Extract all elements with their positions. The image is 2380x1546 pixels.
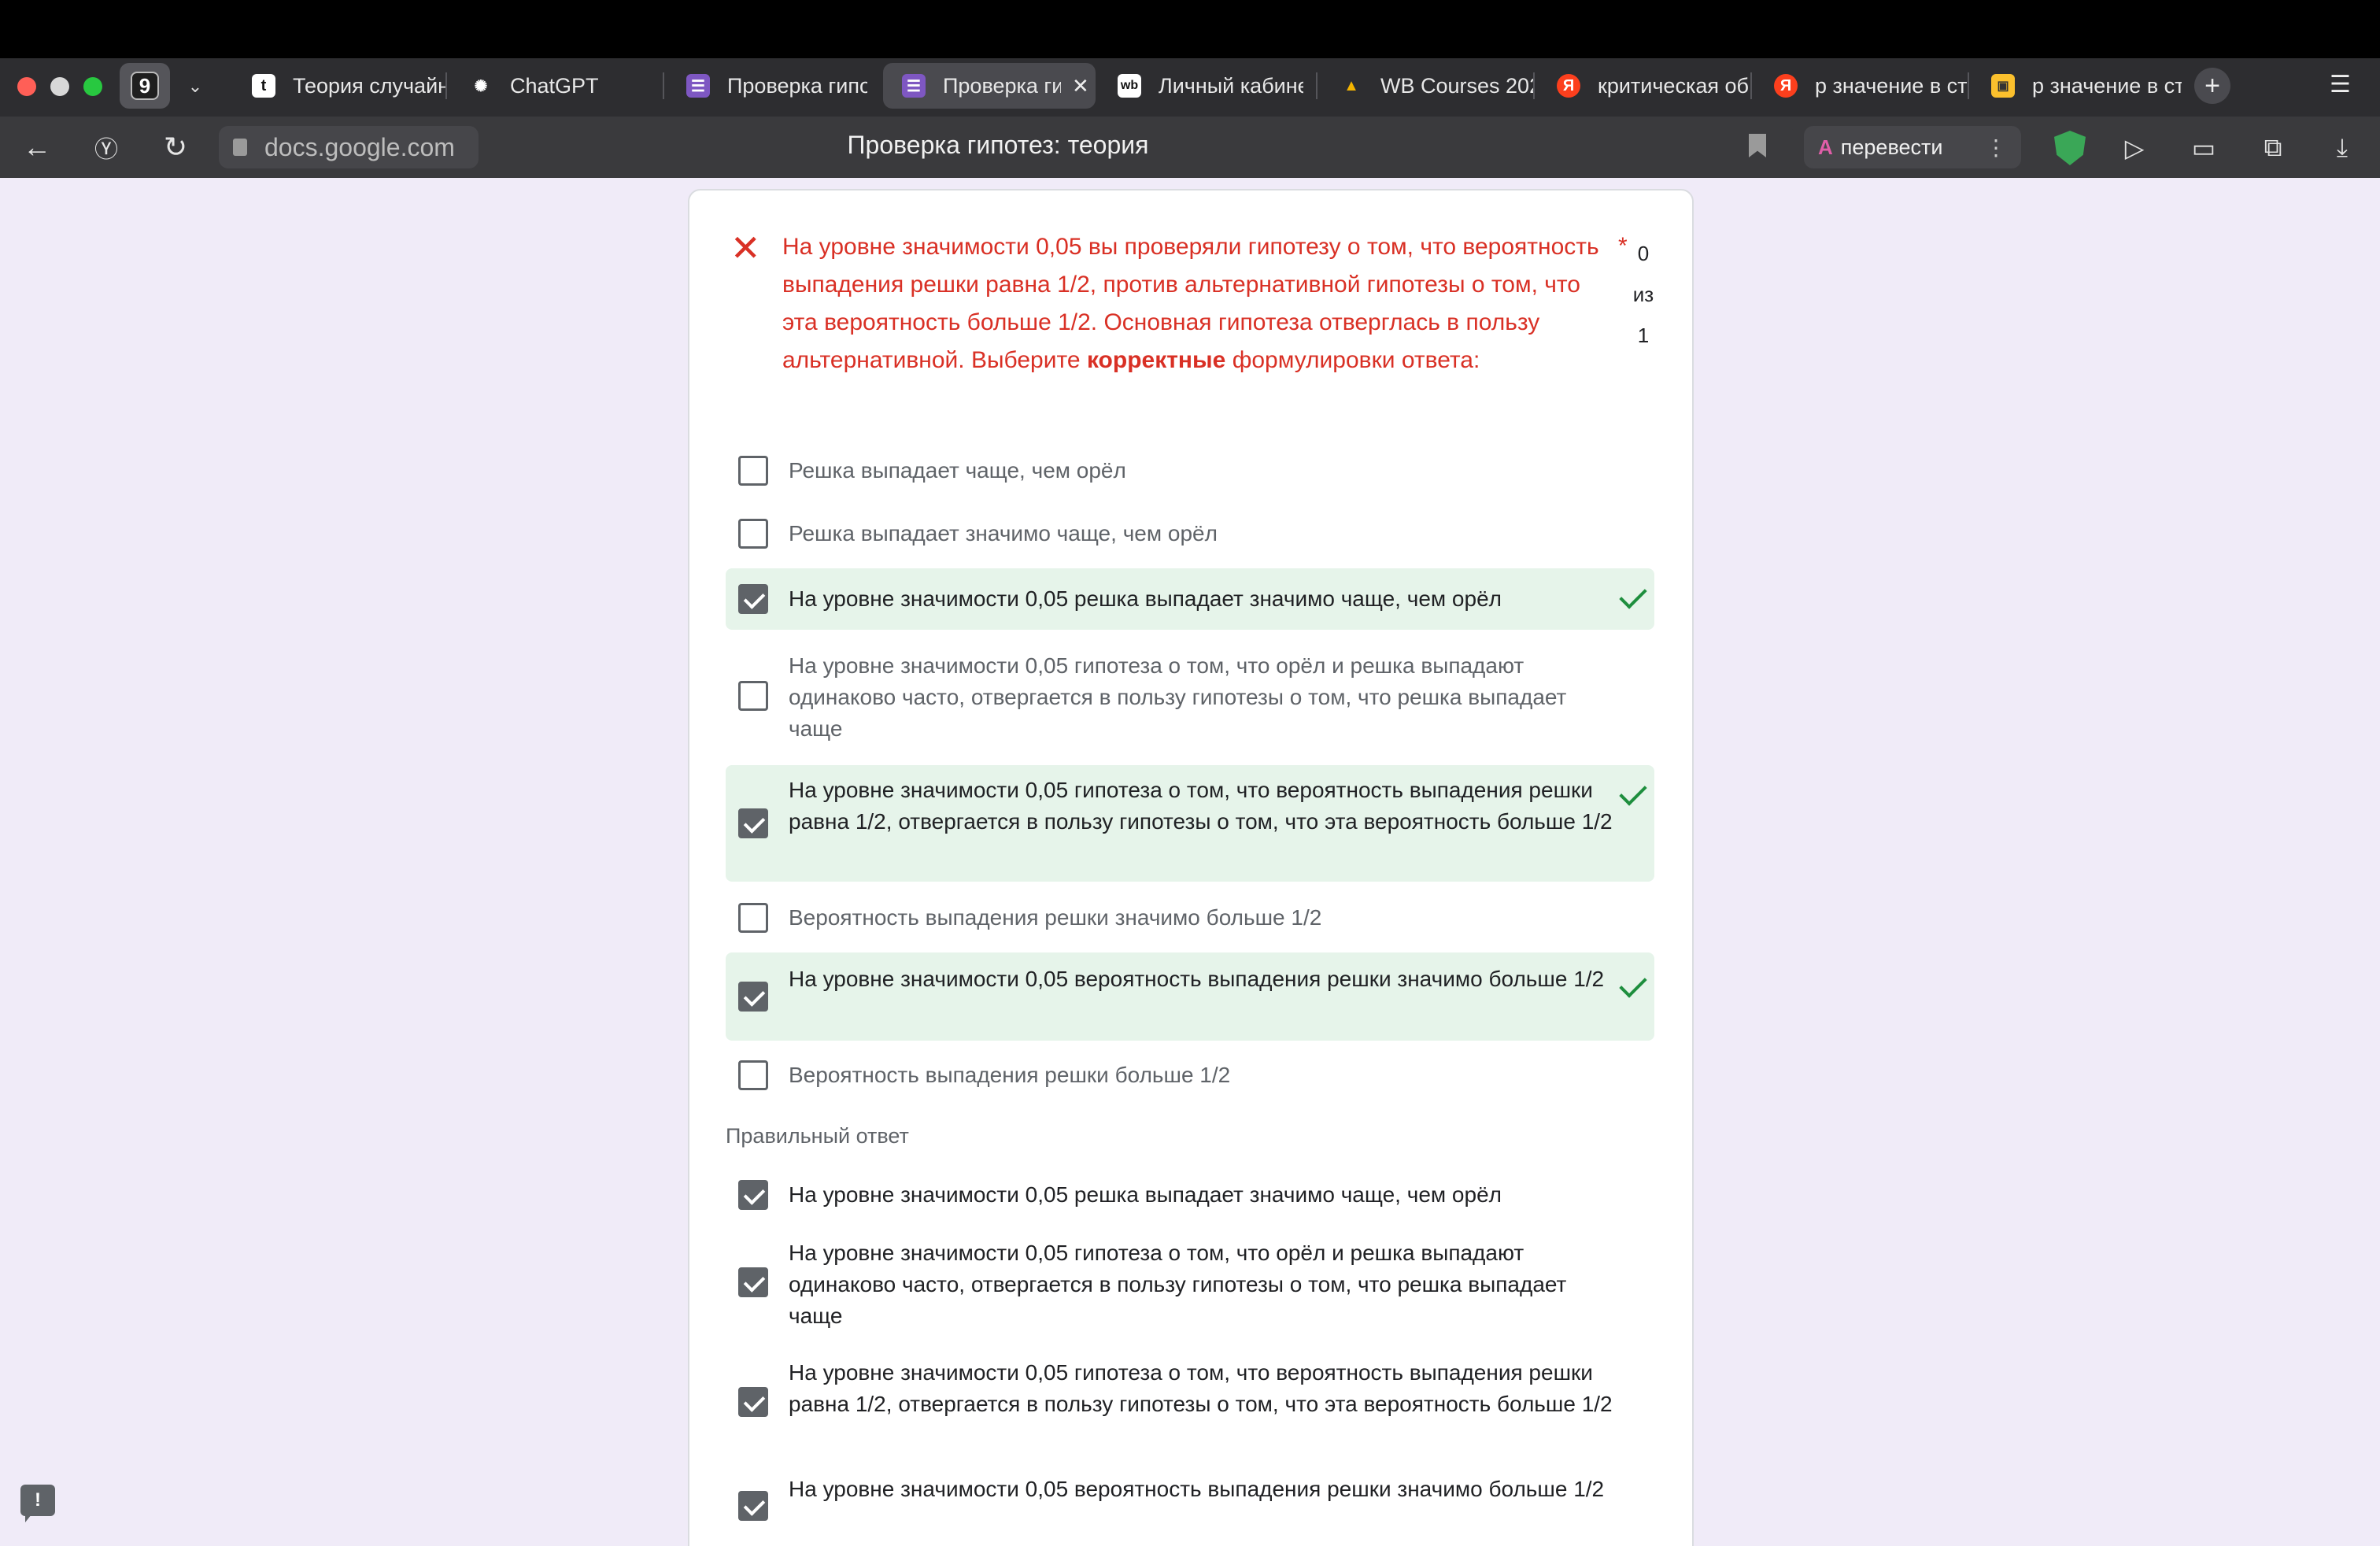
option-3[interactable]: На уровне значимости 0,05 решка выпадает…: [726, 568, 1654, 630]
tab-count: 9: [131, 72, 159, 100]
drive-icon: ▲: [1343, 76, 1359, 94]
tab-label: Проверка ги: [943, 73, 1061, 98]
tab-label: p значение в ст: [1815, 73, 1968, 98]
reload-icon[interactable]: ↻: [156, 128, 195, 167]
tab-2[interactable]: ✺ ChatGPT: [450, 63, 663, 109]
checkbox[interactable]: [738, 519, 768, 549]
checkbox[interactable]: [738, 456, 768, 486]
checkbox-checked: [738, 1180, 768, 1210]
menu-bar-strip: [0, 0, 2380, 58]
address-domain[interactable]: docs.google.com: [219, 126, 479, 168]
incorrect-x-icon: ✕: [730, 227, 761, 268]
tab-5[interactable]: wb Личный кабине: [1099, 63, 1303, 109]
checkbox-checked: [738, 1491, 768, 1521]
zoom-window-button[interactable]: [83, 77, 102, 96]
correct-answer-label: На уровне значимости 0,05 решка выпадает…: [789, 1182, 1502, 1207]
tab-label: ChatGPT: [510, 73, 599, 98]
check-mark-icon: [1619, 970, 1647, 998]
check-mark-icon: [1619, 581, 1647, 609]
question-bold: корректные: [1086, 347, 1226, 373]
question-score: 0 из 1: [1632, 242, 1654, 347]
tab-label: WB Courses 202: [1380, 73, 1533, 98]
correct-answer-item: На уровне значимости 0,05 вероятность вы…: [726, 1474, 1654, 1546]
tab-label: Теория случайн: [293, 73, 445, 98]
translate-label: перевести: [1840, 135, 1943, 159]
tab-1[interactable]: t Теория случайн: [233, 63, 445, 109]
tab-label: Личный кабине: [1159, 73, 1303, 98]
chevron-down-icon[interactable]: ⌄: [179, 69, 211, 104]
checkbox[interactable]: [738, 1060, 768, 1090]
correct-answer-label: На уровне значимости 0,05 вероятность вы…: [789, 1477, 1605, 1501]
forms-icon: ☰: [902, 74, 926, 98]
tab-4-active[interactable]: ☰ Проверка ги ✕: [883, 63, 1096, 109]
checkbox-checked[interactable]: [738, 808, 768, 838]
option-6[interactable]: Вероятность выпадения решки значимо боль…: [726, 896, 1654, 940]
tab-label: критическая об: [1598, 73, 1749, 98]
yandex-home-icon[interactable]: Ⓨ: [87, 128, 126, 167]
correct-answer-item: На уровне значимости 0,05 решка выпадает…: [726, 1173, 1654, 1217]
option-1[interactable]: Решка выпадает чаще, чем орёл: [726, 449, 1654, 493]
report-feedback-icon[interactable]: !: [20, 1485, 55, 1522]
option-label: На уровне значимости 0,05 гипотеза о том…: [789, 653, 1567, 741]
tab-label: Проверка гипо: [727, 73, 867, 98]
back-icon[interactable]: ←: [17, 128, 57, 167]
yandex-icon: Я: [1774, 74, 1798, 98]
download-icon[interactable]: ⤓: [2323, 129, 2361, 167]
option-4[interactable]: На уровне значимости 0,05 гипотеза о том…: [726, 645, 1654, 749]
question-text: На уровне значимости 0,05 вы проверяли г…: [782, 234, 1599, 373]
option-label: Решка выпадает значимо чаще, чем орёл: [789, 521, 1218, 546]
checkbox-checked[interactable]: [738, 982, 768, 1012]
translate-button[interactable]: A перевести ⋮: [1804, 126, 2021, 168]
check-mark-icon: [1619, 778, 1647, 806]
tab-favicon-icon: wb: [1118, 74, 1141, 98]
page-title: Проверка гипотез: теория: [847, 131, 1149, 159]
required-mark: *: [1618, 233, 1628, 259]
image-icon: ▣: [1991, 74, 2015, 98]
checkbox-checked: [738, 1387, 768, 1417]
tab-7[interactable]: Я критическая об: [1538, 63, 1750, 109]
close-tab-icon[interactable]: ✕: [1072, 74, 1089, 98]
hamburger-menu-icon[interactable]: ☰: [2330, 71, 2351, 98]
new-tab-button[interactable]: +: [2194, 68, 2230, 104]
forms-icon: ☰: [686, 74, 710, 98]
tab-counter-button[interactable]: 9: [120, 63, 170, 109]
yandex-icon: Я: [1557, 74, 1580, 98]
tab-3[interactable]: ☰ Проверка гипо: [667, 63, 867, 109]
correct-answer-item: На уровне значимости 0,05 гипотеза о том…: [726, 1233, 1654, 1337]
tab-favicon-icon: t: [252, 74, 275, 98]
tab-favicon-icon: ✺: [474, 77, 488, 95]
option-label: Вероятность выпадения решки больше 1/2: [789, 1063, 1231, 1087]
collections-icon[interactable]: ⧉: [2254, 129, 2292, 167]
option-label: На уровне значимости 0,05 гипотеза о том…: [789, 778, 1613, 834]
close-window-button[interactable]: [17, 77, 36, 96]
correct-answer-item: На уровне значимости 0,05 гипотеза о том…: [726, 1352, 1654, 1456]
checkbox[interactable]: [738, 681, 768, 711]
option-label: Решка выпадает чаще, чем орёл: [789, 458, 1126, 483]
option-label: На уровне значимости 0,05 вероятность вы…: [789, 967, 1605, 991]
media-play-icon[interactable]: ▷: [2116, 129, 2153, 167]
tab-label: p значение в ст: [2032, 73, 2182, 98]
checkbox[interactable]: [738, 903, 768, 933]
address-text: docs.google.com: [264, 132, 455, 161]
checkbox-checked: [738, 1267, 768, 1297]
tab-6[interactable]: ▲ WB Courses 202: [1321, 63, 1533, 109]
option-label: На уровне значимости 0,05 решка выпадает…: [789, 586, 1502, 611]
correct-answer-label: На уровне значимости 0,05 гипотеза о том…: [789, 1241, 1567, 1328]
option-7[interactable]: На уровне значимости 0,05 вероятность вы…: [726, 952, 1654, 1041]
tab-9[interactable]: ▣ p значение в ст: [1972, 63, 2182, 109]
option-2[interactable]: Решка выпадает значимо чаще, чем орёл: [726, 512, 1654, 556]
correct-answer-header: Правильный ответ: [726, 1124, 909, 1148]
option-label: Вероятность выпадения решки значимо боль…: [789, 905, 1322, 930]
more-options-icon[interactable]: ⋮: [1985, 135, 2007, 161]
option-8[interactable]: Вероятность выпадения решки больше 1/2: [726, 1053, 1654, 1097]
tab-8[interactable]: Я p значение в ст: [1755, 63, 1968, 109]
option-5[interactable]: На уровне значимости 0,05 гипотеза о том…: [726, 765, 1654, 882]
checkbox-checked[interactable]: [738, 584, 768, 614]
minimize-window-button[interactable]: [50, 77, 69, 96]
battery-icon[interactable]: ▭: [2185, 129, 2223, 167]
translate-icon: A: [1818, 135, 1833, 159]
lock-icon: [233, 139, 247, 156]
correct-answer-label: На уровне значимости 0,05 гипотеза о том…: [789, 1360, 1613, 1416]
